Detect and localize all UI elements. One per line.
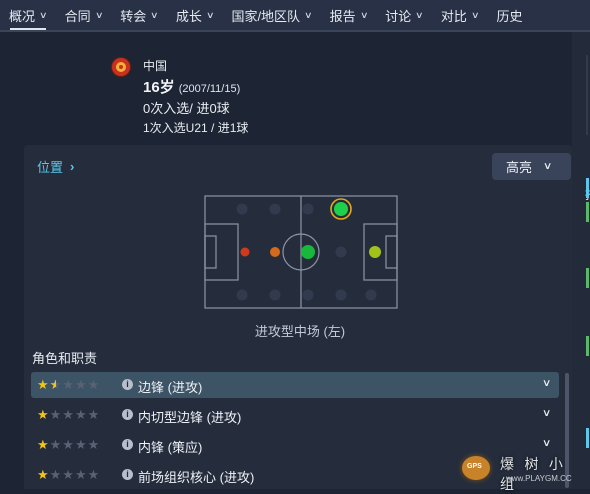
info-icon[interactable]: i [122, 439, 133, 450]
watermark-logo-text: GPS [467, 463, 482, 470]
tab-reports[interactable]: 报告 ∨ [321, 0, 377, 30]
position-panel: 位置 › 高亮 ∨ 进攻型中场 (左) 角色和职责 ★★ ★★★★ i 边锋 (… [24, 145, 572, 489]
position-link[interactable]: 位置 › [37, 157, 74, 176]
position-marker-dm[interactable] [270, 247, 280, 257]
position-marker-amc-left[interactable] [334, 202, 348, 216]
nation-label: 中国 [143, 59, 168, 73]
top-nav: 概况 ∨ 合同 ∨ 转会 ∨ 成长 ∨ 国家/地区队 ∨ 报告 ∨ 讨论 ∨ 对比 ∨ 历史 [0, 0, 590, 30]
star-rating: ★★★★★ [37, 437, 101, 452]
chevron-down-icon: ∨ [205, 9, 215, 20]
tab-label: 讨论 [385, 8, 412, 24]
pitch-diagram [204, 195, 398, 309]
position-dot [365, 289, 377, 301]
tab-transfer[interactable]: 转会 ∨ [111, 0, 167, 30]
tab-label: 合同 [64, 8, 91, 24]
position-dot [302, 289, 314, 301]
side-mark [586, 268, 589, 288]
position-link-label: 位置 [37, 160, 64, 175]
role-label: 内切型边锋 (进攻) [138, 410, 242, 425]
scroll-track[interactable] [586, 55, 588, 135]
tab-label: 历史 [496, 8, 523, 24]
nav-divider [0, 30, 590, 32]
side-mark [586, 178, 589, 198]
info-icon[interactable]: i [122, 409, 133, 420]
tab-label: 报告 [329, 8, 356, 24]
chevron-down-icon: ∨ [304, 9, 313, 20]
tab-discuss[interactable]: 讨论 ∨ [376, 0, 432, 30]
position-dot [269, 203, 281, 215]
position-marker-dc[interactable] [240, 247, 250, 257]
watermark-url: www.PLAYGM.CC [506, 474, 572, 483]
roles-heading: 角色和职责 [32, 351, 98, 366]
star-rating: ★★★★★ [37, 467, 101, 482]
position-dot [302, 203, 314, 215]
role-row[interactable]: ★★★★★ i 内切型边锋 (进攻) ∨ [31, 402, 559, 428]
tab-history[interactable]: 历史 [487, 0, 531, 30]
tab-label: 转会 [120, 8, 147, 24]
chevron-down-icon[interactable]: ∨ [542, 378, 552, 389]
tab-compare[interactable]: 对比 ∨ [432, 0, 488, 30]
position-dot [335, 246, 347, 258]
role-row[interactable]: ★★★★★ i 边锋 (进攻) ∨ [31, 372, 559, 398]
chevron-down-icon: ∨ [542, 161, 553, 172]
watermark: GPS 爆 树 小 组 www.PLAYGM.CC [462, 452, 590, 493]
position-dot [236, 289, 248, 301]
tab-label: 国家/地区队 [231, 8, 301, 24]
highlight-dropdown[interactable]: 高亮 ∨ [492, 153, 571, 180]
tab-international[interactable]: 国家/地区队 ∨ [222, 0, 320, 30]
position-marker-amc[interactable] [369, 246, 381, 258]
chevron-down-icon: ∨ [39, 9, 48, 20]
tab-label: 成长 [175, 8, 202, 24]
senior-caps: 0次入选/ 进0球 [143, 101, 230, 116]
position-name: 进攻型中场 (左) [254, 324, 346, 339]
age-row: 16岁 (2007/11/15) [143, 76, 240, 97]
position-dot [236, 203, 248, 215]
left-penalty-box [204, 223, 239, 281]
chevron-down-icon: ∨ [470, 9, 480, 20]
chevron-down-icon[interactable]: ∨ [542, 408, 552, 419]
tab-label: 对比 [440, 8, 467, 24]
role-label: 前场组织核心 (进攻) [138, 470, 255, 485]
chevron-down-icon: ∨ [94, 9, 104, 20]
star-rating: ★★★★★ [37, 377, 100, 393]
watermark-logo: GPS [462, 456, 490, 480]
chevron-down-icon: ∨ [415, 9, 424, 20]
u21-caps: 1次入选U21 / 进1球 [143, 121, 249, 135]
chevron-down-icon: ∨ [359, 9, 369, 20]
age: 16岁 [143, 79, 175, 96]
position-marker-mc[interactable] [301, 245, 315, 259]
date-of-birth: (2007/11/15) [178, 83, 241, 95]
tab-label: 概况 [9, 8, 36, 24]
chevron-down-icon[interactable]: ∨ [542, 438, 552, 449]
left-goal-box [204, 235, 217, 269]
info-icon[interactable]: i [122, 469, 133, 480]
position-dot [335, 289, 347, 301]
side-mark [586, 202, 589, 222]
side-mark [586, 428, 589, 448]
star-rating: ★★★★★ [37, 407, 101, 422]
chevron-right-icon: › [70, 159, 75, 174]
right-goal-box [385, 235, 398, 269]
tab-contract[interactable]: 合同 ∨ [56, 0, 112, 30]
dropdown-label: 高亮 [506, 160, 533, 175]
chevron-down-icon: ∨ [150, 9, 159, 20]
tab-overview[interactable]: 概况 ∨ [0, 0, 56, 30]
role-label: 边锋 (进攻) [138, 380, 203, 395]
side-mark [586, 336, 589, 356]
flag-icon [112, 58, 130, 76]
tab-development[interactable]: 成长 ∨ [167, 0, 223, 30]
role-label: 内锋 (策应) [138, 440, 203, 455]
info-icon[interactable]: i [122, 379, 133, 390]
position-dot [269, 289, 281, 301]
